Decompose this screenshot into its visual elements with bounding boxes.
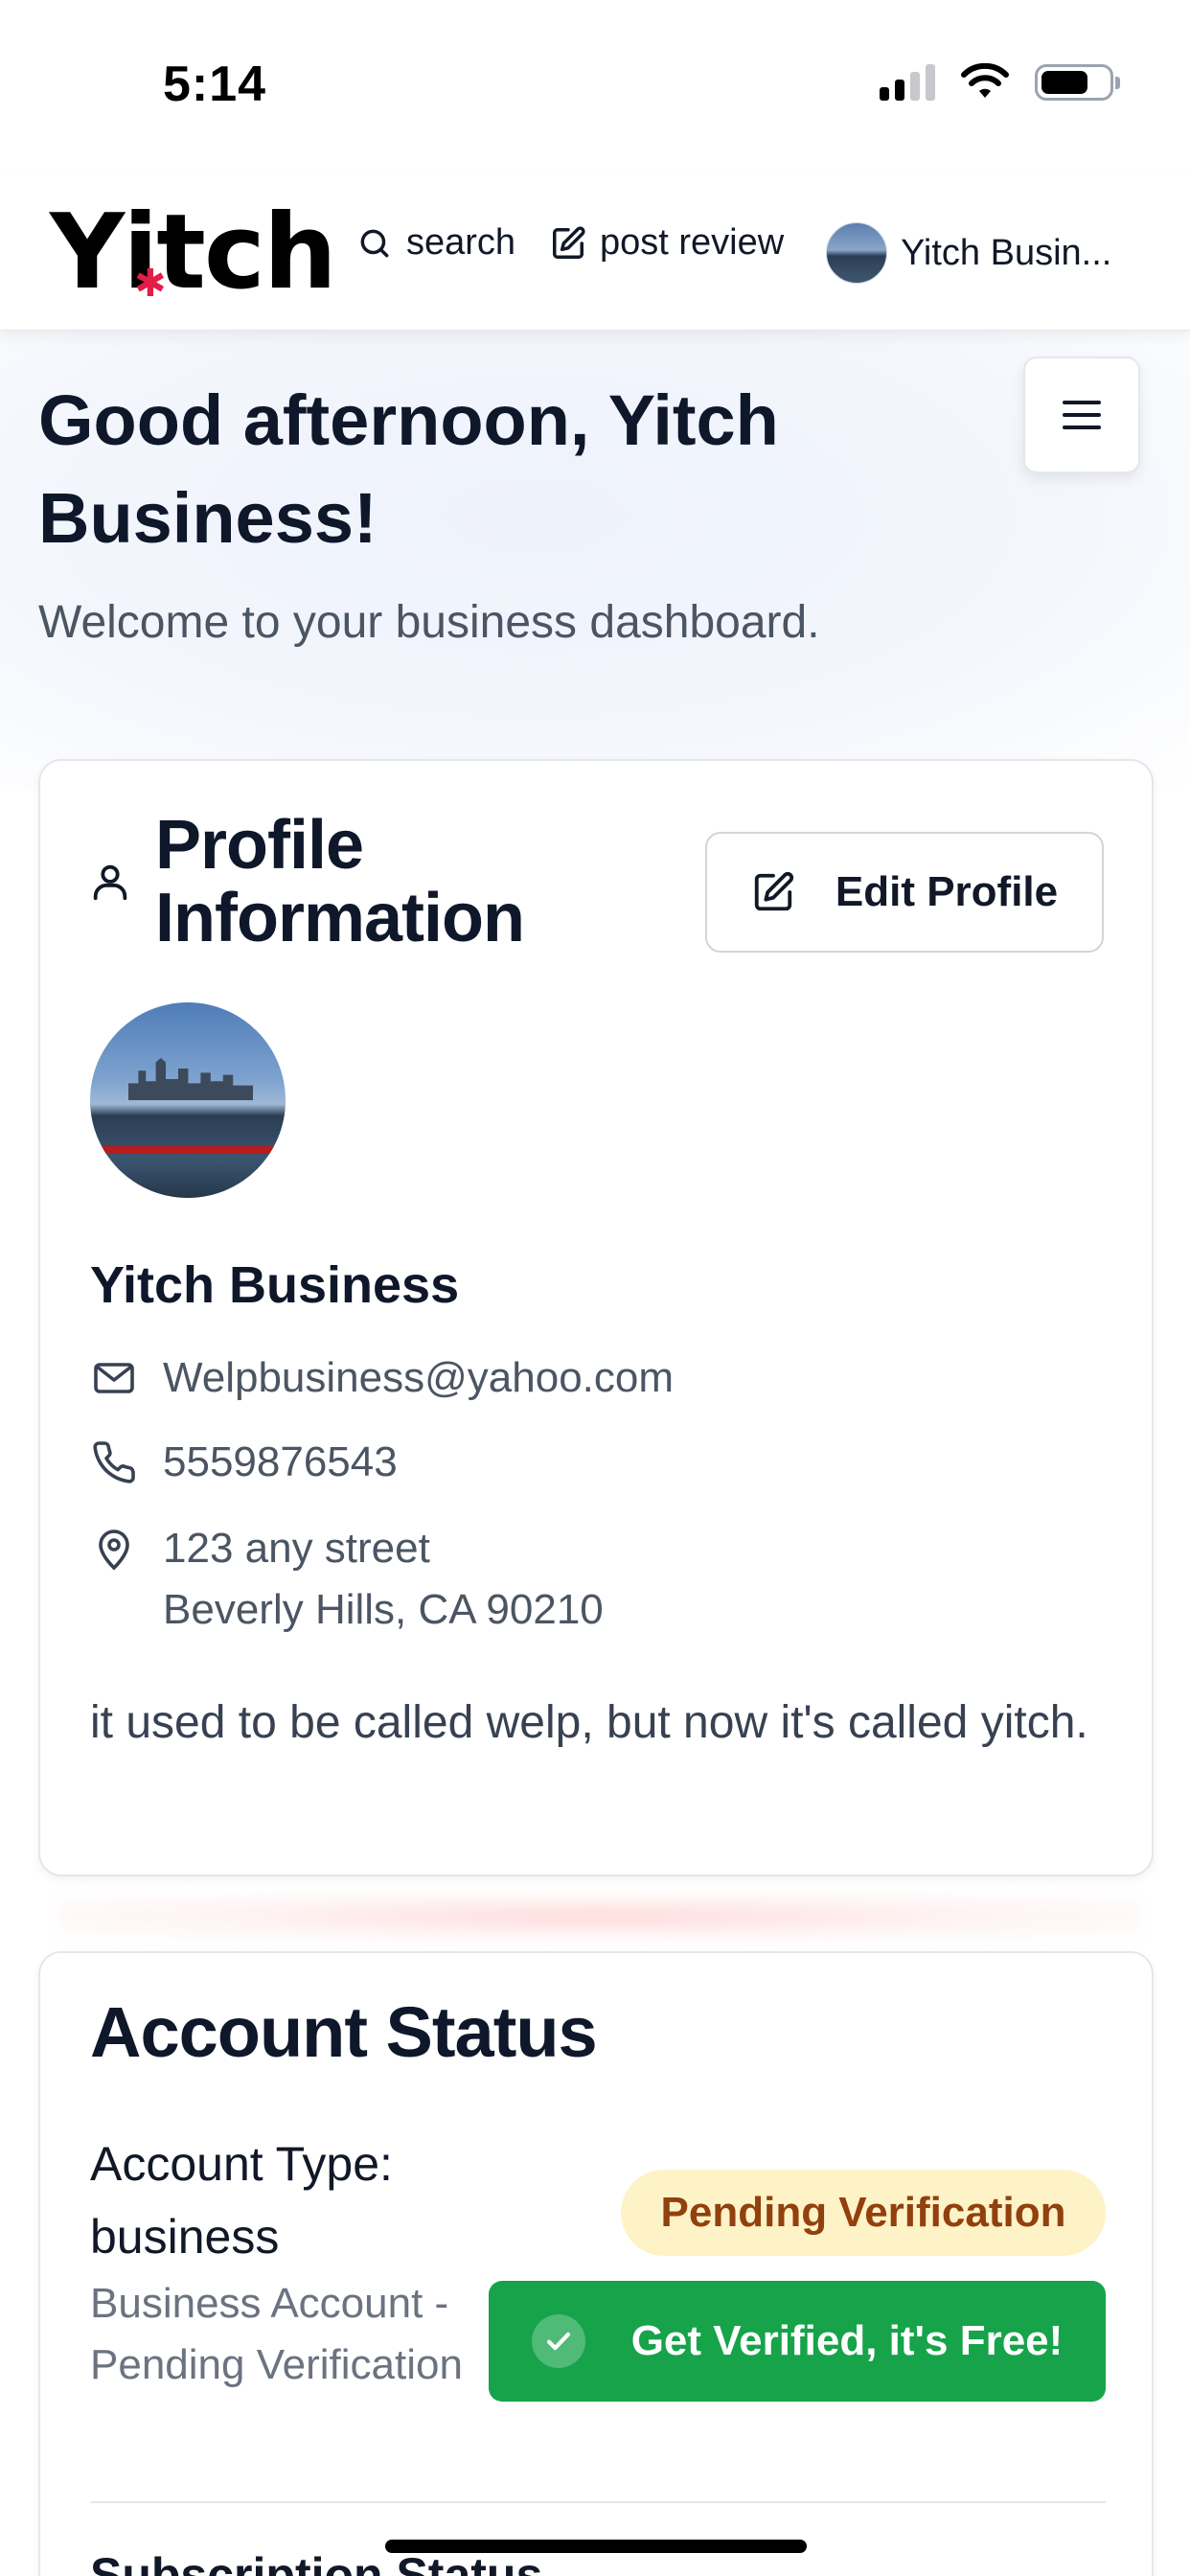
avatar — [826, 222, 887, 284]
profile-header: Profile Information — [88, 809, 653, 954]
battery-icon — [1035, 64, 1120, 101]
edit-profile-label: Edit Profile — [835, 868, 1059, 915]
wifi-icon — [961, 63, 1009, 98]
greeting-heading: Good afternoon, Yitch Business! — [38, 380, 779, 558]
welcome-text: Welcome to your business dashboard. — [38, 597, 820, 648]
nav-post-review[interactable]: post review — [550, 222, 784, 264]
get-verified-button[interactable]: Get Verified, it's Free! — [489, 2281, 1106, 2402]
address-line-2: Beverly Hills, CA 90210 — [163, 1586, 604, 1633]
logo-star-icon: ✱ — [134, 262, 166, 306]
account-status-title: Account Status — [90, 1992, 598, 2072]
nav-search[interactable]: search — [356, 222, 515, 264]
search-icon — [360, 229, 389, 257]
status-badge: Pending Verification — [621, 2170, 1106, 2256]
address-row: 123 any street Beverly Hills, CA 90210 — [90, 1518, 604, 1641]
account-status-card: Account Status Account Type: business Bu… — [38, 1951, 1154, 2576]
logo[interactable]: Yitch ✱ — [50, 201, 337, 306]
top-nav: Yitch ✱ search post review Yitch Busin... — [0, 172, 1190, 331]
email-row: Welpbusiness@yahoo.com — [90, 1347, 674, 1409]
nav-user-label: Yitch Busin... — [901, 232, 1112, 273]
divider — [90, 2501, 1106, 2503]
decorative-blur — [57, 1894, 1140, 1940]
phone-value[interactable]: 5559876543 — [163, 1432, 398, 1493]
user-icon — [93, 864, 127, 901]
edit-icon — [553, 225, 585, 259]
address-line-1: 123 any street — [163, 1525, 430, 1572]
status-icons — [880, 63, 1120, 102]
hamburger-icon — [1063, 401, 1101, 429]
nav-post-review-label: post review — [600, 222, 785, 263]
nav-search-label: search — [406, 222, 516, 263]
edit-icon — [754, 871, 793, 911]
menu-button[interactable] — [1023, 356, 1140, 473]
account-subtitle: Business Account - Pending Verification — [90, 2280, 463, 2388]
business-name: Yitch Business — [90, 1256, 460, 1314]
profile-title: Profile Information — [155, 807, 525, 956]
status-time: 5:14 — [163, 57, 267, 112]
address-block: 123 any street Beverly Hills, CA 90210 — [163, 1518, 604, 1641]
profile-card: Profile Information Edit Profile Yitch B… — [38, 759, 1154, 1876]
nav-user-menu[interactable]: Yitch Busin... — [826, 222, 1111, 284]
home-indicator[interactable] — [385, 2540, 807, 2553]
phone-icon — [93, 1441, 135, 1484]
cellular-signal-icon — [880, 64, 935, 101]
check-circle-icon — [531, 2314, 585, 2368]
get-verified-label: Get Verified, it's Free! — [630, 2317, 1064, 2364]
map-pin-icon — [99, 1530, 129, 1571]
edit-profile-button[interactable]: Edit Profile — [705, 832, 1104, 953]
profile-avatar — [90, 1002, 286, 1198]
business-bio: it used to be called welp, but now it's … — [90, 1697, 1088, 1748]
phone-row: 5559876543 — [90, 1432, 398, 1493]
status-bar: 5:14 — [0, 0, 1190, 172]
mail-icon — [94, 1363, 134, 1393]
email-value[interactable]: Welpbusiness@yahoo.com — [163, 1347, 674, 1409]
account-type: Account Type: business — [90, 2137, 393, 2264]
